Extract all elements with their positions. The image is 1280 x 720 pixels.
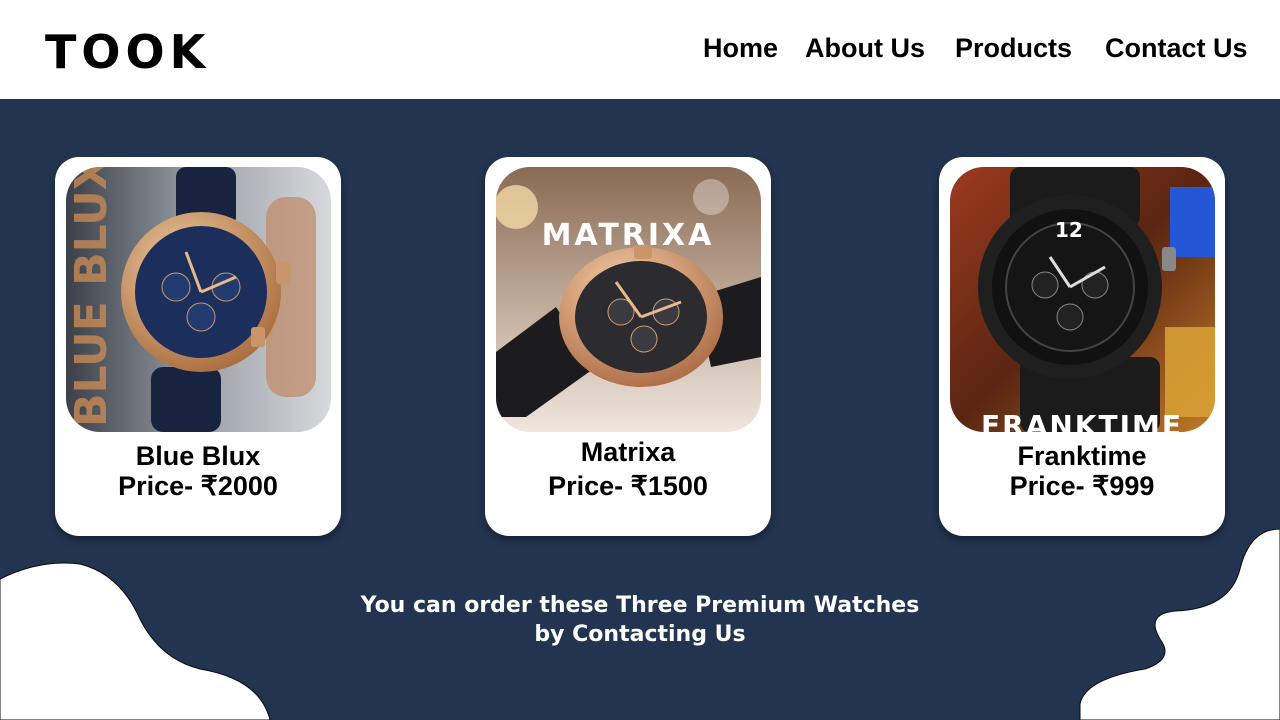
product-card-blue-blux[interactable]: BLUE BLUX Blue Blux Price- ₹2000 — [55, 157, 341, 536]
product-card-franktime[interactable]: 12 FRANKTIME Franktime Price- ₹999 — [939, 157, 1225, 536]
product-image-franktime: 12 FRANKTIME — [950, 167, 1215, 432]
image-watermark-text: FRANKTIME — [981, 409, 1183, 432]
image-watermark-text: BLUE BLUX — [66, 167, 117, 427]
product-price: Price- ₹1500 — [548, 471, 708, 501]
product-name: Blue Blux — [135, 441, 261, 471]
product-price: Price- ₹2000 — [118, 471, 278, 501]
order-message-line-1: You can order these Three Premium Watche… — [360, 593, 920, 618]
product-name: Franktime — [1017, 441, 1147, 471]
svg-text:12: 12 — [1055, 218, 1083, 242]
order-message-line-2: by Contacting Us — [534, 622, 746, 647]
nav-about-us[interactable]: About Us — [805, 31, 925, 65]
product-name: Matrixa — [580, 437, 676, 467]
nav-contact-us[interactable]: Contact Us — [1105, 31, 1248, 65]
nav-home[interactable]: Home — [703, 31, 778, 65]
image-watermark-text: MATRIXA — [542, 218, 715, 253]
product-card-matrixa[interactable]: MATRIXA Matrixa Price- ₹1500 — [485, 157, 771, 536]
brand-logo[interactable]: TOOK — [45, 26, 210, 78]
left-decorative-blob — [0, 562, 271, 720]
site-header: TOOK Home About Us Products Contact Us — [0, 0, 1280, 99]
product-image-blue-blux: BLUE BLUX — [66, 167, 331, 432]
nav-products[interactable]: Products — [955, 31, 1072, 65]
right-decorative-blob — [1079, 529, 1280, 720]
product-image-matrixa: MATRIXA — [496, 167, 761, 432]
products-section: BLUE BLUX Blue Blux Price- ₹2000 MATRIXA… — [0, 99, 1280, 720]
order-message: You can order these Three Premium Watche… — [340, 591, 940, 649]
product-price: Price- ₹999 — [1009, 471, 1155, 501]
